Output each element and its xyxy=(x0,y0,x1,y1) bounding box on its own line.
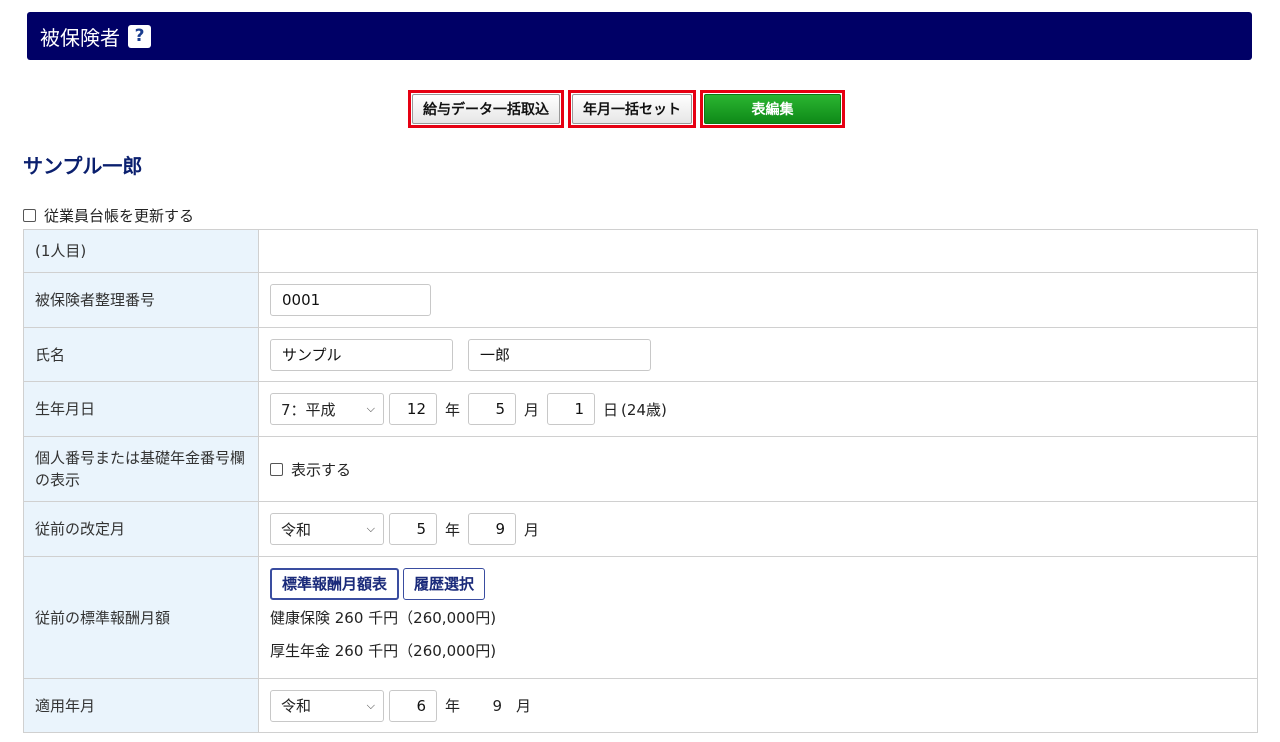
salary-import-frame: 給与データ一括取込 xyxy=(408,90,564,128)
salary-import-button[interactable]: 給与データ一括取込 xyxy=(412,94,560,124)
index-label: (1人目) xyxy=(23,229,259,273)
form-row-my-number: 個人番号または基礎年金番号欄の表示 表示する xyxy=(23,436,1258,502)
update-register-label: 従業員台帳を更新する xyxy=(44,207,195,225)
birth-year-input[interactable]: 12 xyxy=(389,393,437,425)
year-month-set-frame: 年月一括セット xyxy=(568,90,696,128)
history-select-button[interactable]: 履歴選択 xyxy=(403,567,486,600)
year-month-set-button[interactable]: 年月一括セット xyxy=(572,94,692,124)
birth-month-input[interactable]: 5 xyxy=(468,393,517,425)
birth-era-select[interactable]: 7：平成 ⌵ xyxy=(270,393,384,425)
salary-table-button[interactable]: 標準報酬月額表 xyxy=(270,567,400,600)
update-register-option[interactable]: 従業員台帳を更新する xyxy=(23,205,194,226)
form-row-name: 氏名 サンプル 一郎 xyxy=(23,327,1258,382)
prev-revision-era-select[interactable]: 令和 ⌵ xyxy=(270,513,384,545)
page-title: 被保険者 xyxy=(40,25,120,50)
update-register-checkbox[interactable] xyxy=(23,209,36,222)
page-header: 被保険者 ? xyxy=(27,12,1252,60)
form-row-prev-revision: 従前の改定月 令和 ⌵ 5 年 9 月 xyxy=(23,501,1258,557)
table-edit-frame: 表編集 xyxy=(700,90,845,128)
apply-year-unit: 年 xyxy=(445,697,461,715)
form-row-insured-no: 被保険者整理番号 0001 xyxy=(23,272,1258,328)
insured-form-table: (1人目) 被保険者整理番号 0001 氏名 サンプル 一郎 生年月日 7：平成… xyxy=(23,229,1258,733)
age-text: (24歳) xyxy=(621,400,667,419)
health-insurance-text: 健康保険 260 千円（260,000円) xyxy=(270,608,497,627)
toolbar: 給与データ一括取込 年月一括セット 表編集 xyxy=(408,90,845,128)
help-icon[interactable]: ? xyxy=(128,24,151,48)
birth-month-unit: 月 xyxy=(524,400,540,419)
my-number-checkbox-label: 表示する xyxy=(291,460,352,479)
my-number-option[interactable]: 表示する xyxy=(270,459,1246,480)
form-row-prev-salary: 従前の標準報酬月額 標準報酬月額表 履歴選択 健康保険 260 千円（260,0… xyxy=(23,556,1258,679)
table-edit-button[interactable]: 表編集 xyxy=(704,94,841,124)
form-row-birth: 生年月日 7：平成 ⌵ 12 年 5 月 1 日 (24歳) xyxy=(23,381,1258,437)
chevron-down-icon: ⌵ xyxy=(366,698,375,712)
chevron-down-icon: ⌵ xyxy=(366,402,375,415)
prev-salary-label: 従前の標準報酬月額 xyxy=(23,556,259,679)
birth-year-unit: 年 xyxy=(445,400,461,419)
form-row-apply: 適用年月 令和 ⌵ 6 年 9 月 xyxy=(23,678,1258,733)
apply-label: 適用年月 xyxy=(23,678,259,733)
insured-no-input[interactable]: 0001 xyxy=(270,284,431,316)
prev-revision-year-unit: 年 xyxy=(445,520,461,539)
apply-year-input[interactable]: 6 xyxy=(389,689,437,722)
prev-revision-month-unit: 月 xyxy=(524,520,540,539)
apply-month-unit: 月 xyxy=(516,697,532,715)
name-label: 氏名 xyxy=(23,327,259,382)
birth-day-unit: 日 xyxy=(603,400,619,419)
first-name-input[interactable]: 一郎 xyxy=(468,338,651,371)
my-number-label: 個人番号または基礎年金番号欄の表示 xyxy=(23,436,259,502)
apply-month-value: 9 xyxy=(492,696,503,715)
form-row-index: (1人目) xyxy=(23,229,1258,273)
pension-text: 厚生年金 260 千円（260,000円) xyxy=(270,641,497,660)
last-name-input[interactable]: サンプル xyxy=(270,338,453,371)
prev-revision-month-input[interactable]: 9 xyxy=(468,513,517,545)
chevron-down-icon: ⌵ xyxy=(366,522,375,535)
prev-revision-label: 従前の改定月 xyxy=(23,501,259,557)
apply-era-select[interactable]: 令和 ⌵ xyxy=(270,689,384,722)
prev-revision-year-input[interactable]: 5 xyxy=(389,513,437,545)
my-number-checkbox[interactable] xyxy=(270,462,283,476)
birth-label: 生年月日 xyxy=(23,381,259,437)
insured-no-label: 被保険者整理番号 xyxy=(23,272,259,328)
birth-day-input[interactable]: 1 xyxy=(547,393,596,425)
person-name: サンプル一郎 xyxy=(23,154,143,178)
